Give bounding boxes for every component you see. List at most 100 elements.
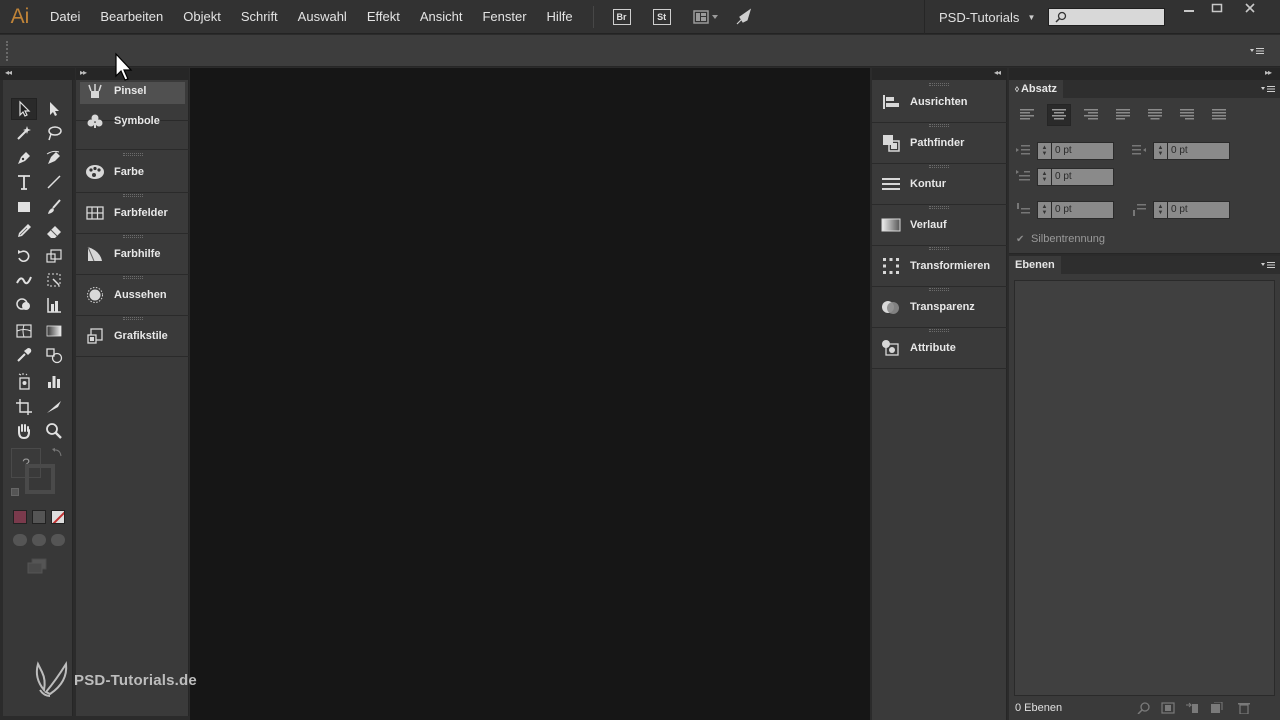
shape-builder-tool[interactable] [11, 294, 37, 316]
magic-wand-tool[interactable] [11, 122, 37, 144]
tab-absatz[interactable]: ◊ Absatz [1009, 80, 1064, 98]
first-line-indent-field[interactable]: ▲ ▼ 0 pt [1037, 168, 1114, 186]
panel-aussehen[interactable]: Aussehen [76, 275, 189, 316]
shaper-tool[interactable] [11, 220, 37, 242]
justify-left-button[interactable] [1111, 104, 1135, 126]
panel-menu-icon[interactable] [1250, 47, 1266, 55]
panel-farbhilfe[interactable]: Farbhilfe [76, 234, 189, 275]
right-indent-field[interactable]: ▲ ▼ 0 pt [1153, 142, 1230, 160]
rotate-tool[interactable] [11, 245, 37, 267]
zoom-tool[interactable] [41, 420, 67, 442]
trash-icon[interactable] [1237, 702, 1251, 714]
menu-ansicht[interactable]: Ansicht [410, 0, 473, 34]
panel-transparenz[interactable]: Transparenz [872, 287, 1007, 328]
hyphenation-checkbox[interactable]: ✔ Silbentrennung [1016, 233, 1105, 245]
left-indent-value[interactable]: 0 pt [1052, 142, 1114, 160]
panel-menu-icon[interactable] [1261, 85, 1277, 93]
space-before-field[interactable]: ▲ ▼ 0 pt [1037, 201, 1114, 219]
draw-inside-button[interactable] [51, 534, 65, 546]
panel-verlauf[interactable]: Verlauf [872, 205, 1007, 246]
document-canvas[interactable] [190, 68, 870, 720]
panel-ausrichten[interactable]: Ausrichten [872, 82, 1007, 123]
right-indent-value[interactable]: 0 pt [1168, 142, 1230, 160]
panel-column-header[interactable]: ▸▸ [1009, 68, 1280, 80]
slice-tool[interactable] [41, 396, 67, 418]
expand-panels-icon[interactable]: ▸▸ [80, 68, 87, 77]
panel-farbe[interactable]: Farbe [76, 152, 189, 193]
draw-normal-button[interactable] [13, 534, 27, 546]
maximize-button[interactable] [1205, 0, 1229, 20]
align-right-button[interactable] [1079, 104, 1103, 126]
close-button[interactable] [1238, 0, 1262, 20]
menu-auswahl[interactable]: Auswahl [288, 0, 357, 34]
minimize-button[interactable] [1177, 0, 1201, 20]
right-panel-header[interactable]: ◂◂ [872, 68, 1007, 80]
panel-grafikstile[interactable]: Grafikstile [76, 316, 189, 357]
panel-pathfinder[interactable]: Pathfinder [872, 123, 1007, 164]
none-mode-button[interactable] [51, 510, 65, 524]
pen-tool[interactable] [11, 147, 37, 169]
symbol-sprayer-tool[interactable] [11, 370, 37, 392]
gradient-mode-button[interactable] [32, 510, 46, 524]
artboard-tool[interactable] [11, 396, 37, 418]
default-fill-stroke-icon[interactable] [11, 488, 19, 496]
panel-symbole[interactable]: Symbole [76, 110, 189, 150]
left-indent-field[interactable]: ▲ ▼ 0 pt [1037, 142, 1114, 160]
help-search-input[interactable] [1048, 8, 1165, 26]
collapse-toolbox-icon[interactable]: ◂◂ [5, 68, 12, 77]
justify-center-button[interactable] [1143, 104, 1167, 126]
mesh-tool[interactable] [11, 320, 37, 342]
stroke-swatch[interactable] [25, 464, 55, 494]
space-after-value[interactable]: 0 pt [1168, 201, 1230, 219]
justify-all-button[interactable] [1207, 104, 1231, 126]
eraser-tool[interactable] [41, 220, 67, 242]
stepper-icon[interactable]: ▲ ▼ [1153, 201, 1168, 219]
make-clipping-mask-icon[interactable] [1161, 702, 1175, 714]
type-tool[interactable] [11, 171, 37, 193]
workspace-switcher[interactable]: PSD-Tutorials ▼ [924, 0, 1035, 34]
stepper-icon[interactable]: ▲ ▼ [1037, 168, 1052, 186]
tab-ebenen[interactable]: Ebenen [1009, 256, 1061, 274]
space-before-value[interactable]: 0 pt [1052, 201, 1114, 219]
hand-tool[interactable] [11, 420, 37, 442]
eyedropper-tool[interactable] [11, 344, 37, 366]
column-graph-tool[interactable] [41, 370, 67, 392]
locate-object-icon[interactable] [1137, 702, 1151, 714]
align-left-button[interactable] [1015, 104, 1039, 126]
perspective-grid-tool[interactable] [41, 294, 67, 316]
first-line-indent-value[interactable]: 0 pt [1052, 168, 1114, 186]
draw-behind-button[interactable] [32, 534, 46, 546]
justify-right-button[interactable] [1175, 104, 1199, 126]
space-after-field[interactable]: ▲ ▼ 0 pt [1153, 201, 1230, 219]
stock-button[interactable]: St [652, 8, 671, 25]
panel-transformieren[interactable]: Transformieren [872, 246, 1007, 287]
color-mode-button[interactable] [13, 510, 27, 524]
panel-kontur[interactable]: Kontur [872, 164, 1007, 205]
paintbrush-tool[interactable] [41, 196, 67, 218]
layers-list[interactable] [1014, 280, 1275, 696]
gradient-tool[interactable] [41, 320, 67, 342]
menu-bearbeiten[interactable]: Bearbeiten [90, 0, 173, 34]
direct-selection-tool[interactable] [41, 98, 67, 120]
stepper-icon[interactable]: ▲ ▼ [1037, 201, 1052, 219]
free-transform-tool[interactable] [41, 269, 67, 291]
arrange-documents-button[interactable] [692, 9, 720, 25]
selection-tool[interactable] [11, 98, 37, 120]
menu-effekt[interactable]: Effekt [357, 0, 410, 34]
align-center-button[interactable] [1047, 104, 1071, 126]
bridge-button[interactable]: Br [612, 8, 631, 25]
menu-datei[interactable]: Datei [40, 0, 90, 34]
curvature-tool[interactable] [41, 147, 67, 169]
panel-farbfelder[interactable]: Farbfelder [76, 193, 189, 234]
menu-fenster[interactable]: Fenster [472, 0, 536, 34]
stepper-icon[interactable]: ▲ ▼ [1153, 142, 1168, 160]
width-tool[interactable] [11, 269, 37, 291]
scale-tool[interactable] [41, 245, 67, 267]
menu-objekt[interactable]: Objekt [173, 0, 231, 34]
blend-tool[interactable] [41, 344, 67, 366]
collapse-panels-icon[interactable]: ◂◂ [994, 68, 1001, 77]
line-tool[interactable] [41, 171, 67, 193]
new-layer-icon[interactable] [1209, 702, 1223, 714]
panel-menu-icon[interactable] [1261, 261, 1277, 269]
toolbox-header[interactable]: ◂◂ ▸▸ [0, 68, 86, 80]
